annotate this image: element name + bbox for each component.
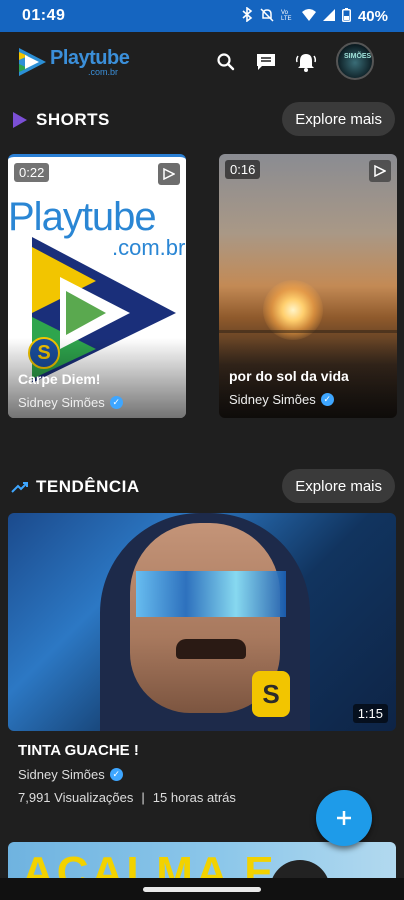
short-author: Sidney Simões ✓ [229,392,334,407]
trending-explore-button[interactable]: Explore mais [282,469,395,503]
short-title: Carpe Diem! [18,371,101,387]
video-meta: 7,991 Visualizações | 15 horas atrás [18,790,236,805]
search-icon[interactable] [214,50,238,74]
trending-title: TENDÊNCIA [36,477,140,496]
home-gesture-pill[interactable] [143,887,261,892]
verified-icon: ✓ [109,768,123,781]
avatar-text: SIMÕES [344,53,372,60]
shorts-section-header: SHORTS Explore mais [0,100,404,140]
short-author: Sidney Simões ✓ [18,395,123,410]
add-button[interactable] [316,790,372,846]
video-info: TINTA GUACHE ! Sidney Simões ✓ 7,991 Vis… [18,742,236,805]
verified-icon: ✓ [109,396,123,409]
logo-sub: .com.br [88,67,119,77]
avatar[interactable]: SIMÕES [336,42,374,80]
status-icons: Vo LTE 40% [242,6,388,25]
battery-percent: 40% [357,7,388,25]
thumb-mustache [176,639,246,659]
short-author-name: Sidney Simões [18,395,105,410]
shorts-title: SHORTS [36,110,110,129]
bell-icon[interactable] [294,50,318,74]
short-duration: 0:22 [14,163,50,182]
status-time: 01:49 [22,7,66,24]
short-title: por do sol da vida [229,368,349,384]
battery-icon [341,7,351,25]
play-badge-icon [369,160,391,182]
logo-play-icon [19,48,46,76]
trending-section-header: TENDÊNCIA Explore mais [0,467,404,507]
add-icon [337,811,351,825]
messages-icon[interactable] [254,50,278,74]
video-age: 15 horas atrás [152,790,236,805]
video-views: 7,991 Visualizações [18,790,134,805]
wifi-icon [301,8,316,24]
video-title[interactable]: TINTA GUACHE ! [18,742,236,759]
mute-icon [260,7,274,25]
short-duration: 0:16 [225,160,261,179]
play-badge-icon [158,163,180,185]
short-card[interactable]: Playtube .com.br S 0:22 Carpe Diem! Sidn… [8,154,186,418]
trending-icon [11,482,28,493]
short-card[interactable]: 0:16 por do sol da vida Sidney Simões ✓ [219,154,397,418]
horizon [219,330,397,333]
video-author-name: Sidney Simões [18,767,105,782]
status-bar: 01:49 Vo LTE 40% [0,0,404,32]
signal-icon [322,8,335,24]
playtube-logo[interactable]: Playtube .com.br [16,42,130,82]
shorts-icon [13,112,27,128]
system-nav-bar [0,878,404,900]
network-icon: Vo LTE [280,10,292,22]
shorts-explore-button[interactable]: Explore mais [282,102,395,136]
app-header: Playtube .com.br SIMÕES [0,32,404,92]
simoes-badge-icon: S [252,671,290,717]
video-author[interactable]: Sidney Simões ✓ [18,767,236,782]
video-thumbnail[interactable]: S 1:15 [8,513,396,731]
verified-icon: ✓ [320,393,334,406]
short-author-name: Sidney Simões [229,392,316,407]
thumb-glasses [136,571,286,617]
video-duration: 1:15 [352,704,388,723]
meta-separator: | [141,790,145,805]
bluetooth-icon [242,6,253,25]
